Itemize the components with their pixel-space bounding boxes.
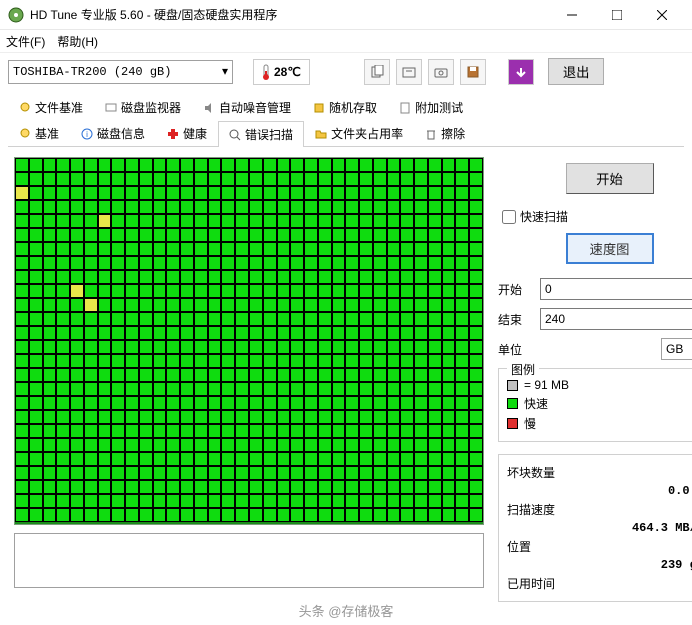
speaker-icon (203, 102, 215, 114)
end-value-input[interactable]: ▲▼ (540, 308, 692, 330)
chevron-down-icon: ▾ (222, 64, 228, 79)
stats-group: 坏块数量 0.0 % 扫描速度 464.3 MB/s 位置 239 gB 已用时… (498, 454, 692, 602)
tab-erase[interactable]: 擦除 (414, 120, 476, 146)
trash-icon (425, 128, 437, 140)
magnify-icon (229, 129, 241, 141)
legend-group: 图例 = 91 MB 快速 慢 (498, 368, 692, 442)
start-label: 开始 (498, 281, 540, 298)
copy-button[interactable] (364, 59, 390, 85)
minimize-button[interactable] (549, 0, 594, 30)
menu-file[interactable]: 文件(F) (6, 33, 45, 50)
maximize-button[interactable] (594, 0, 639, 30)
tab-file-benchmark[interactable]: 文件基准 (8, 94, 94, 120)
log-area (14, 533, 484, 588)
plus-icon (167, 128, 179, 140)
tab-extra-tests[interactable]: 附加测试 (388, 94, 474, 120)
start-scan-button[interactable]: 开始 (566, 163, 654, 194)
temperature-display: 28℃ (253, 59, 310, 85)
copy2-button[interactable] (396, 59, 422, 85)
lightbulb-icon (19, 128, 31, 140)
menu-help[interactable]: 帮助(H) (57, 33, 98, 50)
random-icon (313, 102, 325, 114)
window-title: HD Tune 专业版 5.60 - 硬盘/固态硬盘实用程序 (30, 6, 549, 23)
drive-select[interactable]: TOSHIBA-TR200 (240 gB) ▾ (8, 60, 233, 84)
speed-map-button[interactable]: 速度图 (566, 233, 654, 264)
unit-select[interactable]: GB▾ (661, 338, 692, 360)
close-button[interactable] (639, 0, 684, 30)
scan-block-map (14, 157, 484, 525)
save-button[interactable] (460, 59, 486, 85)
screenshot-button[interactable] (428, 59, 454, 85)
tab-disk-info[interactable]: i磁盘信息 (70, 120, 156, 146)
tab-error-scan[interactable]: 错误扫描 (218, 121, 304, 147)
tab-aam[interactable]: 自动噪音管理 (192, 94, 302, 120)
end-label: 结束 (498, 311, 540, 328)
tab-benchmark[interactable]: 基准 (8, 120, 70, 146)
folder-icon (315, 128, 327, 140)
clipboard-icon (399, 102, 411, 114)
exit-button[interactable]: 退出 (548, 58, 605, 85)
start-value-input[interactable]: ▲▼ (540, 278, 692, 300)
quick-scan-checkbox[interactable]: 快速扫描 (498, 208, 692, 225)
lightbulb-icon (19, 102, 31, 114)
tab-folder-usage[interactable]: 文件夹占用率 (304, 120, 414, 146)
tab-disk-monitor[interactable]: 磁盘监视器 (94, 94, 192, 120)
options-button[interactable] (508, 59, 534, 85)
thermometer-icon (262, 63, 270, 81)
tab-random-access[interactable]: 随机存取 (302, 94, 388, 120)
unit-label: 单位 (498, 341, 540, 358)
svg-text:i: i (86, 130, 88, 139)
watermark: 头条 @存储极客 (293, 600, 400, 621)
tab-health[interactable]: 健康 (156, 120, 218, 146)
app-icon (8, 7, 24, 23)
monitor-icon (105, 102, 117, 114)
info-icon: i (81, 128, 93, 140)
